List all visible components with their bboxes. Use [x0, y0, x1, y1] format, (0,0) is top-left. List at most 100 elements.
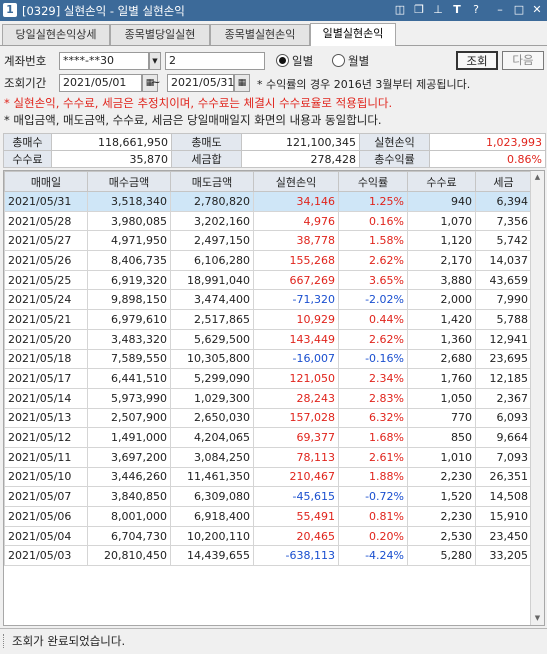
table-cell: 2,680: [407, 348, 476, 370]
table-row[interactable]: 2021/05/06 8,001,000 6,918,400 55,491 0.81% 2…: [4, 506, 532, 527]
radio-daily[interactable]: 일별: [276, 53, 313, 69]
table-row[interactable]: 2021/05/21 6,979,610 2,517,865 10,929 0.44% 1…: [4, 309, 532, 330]
col-buy-amount[interactable]: 매수금액: [87, 171, 171, 192]
tab-stock-realized[interactable]: 종목별실현손익: [210, 24, 310, 45]
font-icon[interactable]: T: [449, 2, 465, 18]
search-button[interactable]: 조회: [456, 51, 498, 70]
next-button[interactable]: 다음: [502, 51, 544, 70]
table-row[interactable]: 2021/05/17 6,441,510 5,299,090 121,050 2.34%…: [4, 368, 532, 389]
table-cell: 9,664: [475, 427, 532, 448]
period-note: * 수익률의 경우 2016년 3월부터 제공됩니다.: [257, 78, 471, 91]
table-cell: 1,120: [407, 230, 476, 252]
table-cell: 155,268: [253, 250, 339, 271]
table-cell: 2021/05/20: [4, 328, 88, 350]
table-cell: 6,394: [475, 191, 532, 212]
table-cell: 33,205: [475, 545, 532, 567]
table-cell: 1.25%: [338, 191, 408, 212]
col-realized[interactable]: 실현손익: [253, 171, 339, 192]
col-trade-date[interactable]: 매매일: [4, 171, 88, 192]
table-row[interactable]: 2021/05/10 3,446,260 11,461,350 210,467 1.88…: [4, 466, 532, 488]
total-sell-value: 121,100,345: [241, 133, 360, 151]
table-row[interactable]: 2021/05/11 3,697,200 3,084,250 78,113 2.61% 1…: [4, 446, 532, 468]
table-row[interactable]: 2021/05/12 1,491,000 4,204,065 69,377 1.68% 8…: [4, 427, 532, 448]
table-row[interactable]: 2021/05/26 8,406,735 6,106,280 155,268 2.62%…: [4, 250, 532, 271]
account-dropdown-icon[interactable]: ▼: [149, 52, 161, 70]
scroll-up-icon[interactable]: ▲: [531, 171, 544, 184]
status-text: 조회가 완료되었습니다.: [12, 634, 126, 648]
table-cell: 121,050: [253, 368, 339, 389]
table-cell: 1,360: [407, 328, 476, 350]
table-cell: 2021/05/11: [4, 446, 88, 468]
table-row[interactable]: 2021/05/04 6,704,730 10,200,110 20,465 0.20%…: [4, 525, 532, 547]
table-row[interactable]: 2021/05/07 3,840,850 6,309,080 -45,615 -0.72…: [4, 486, 532, 507]
table-row[interactable]: 2021/05/25 6,919,320 18,991,040 667,269 3.65…: [4, 269, 532, 291]
close-icon[interactable]: ✕: [529, 2, 545, 18]
table-cell: 1,760: [407, 368, 476, 389]
table-row[interactable]: 2021/05/03 20,810,450 14,439,655 -638,113 -4…: [4, 545, 532, 567]
col-tax[interactable]: 세금: [475, 171, 532, 192]
title-bar: 1 [0329] 실현손익 - 일별 실현손익 ◫ ❐ ⊥ T ? – □ ✕: [0, 0, 547, 21]
table-cell: 143,449: [253, 328, 339, 350]
tab-stock-today[interactable]: 종목별당일실현: [110, 24, 210, 45]
table-cell: 2,650,030: [170, 407, 254, 429]
table-cell: 1,029,300: [170, 387, 254, 409]
tax-label: 세금합: [171, 150, 242, 168]
table-cell: 850: [407, 427, 476, 448]
vertical-scrollbar[interactable]: ▲ ▼: [530, 171, 544, 625]
table-row[interactable]: 2021/05/31 3,518,340 2,780,820 34,146 1.25% 9…: [4, 191, 532, 212]
total-buy-label: 총매수: [3, 133, 52, 151]
table-cell: 1,070: [407, 210, 476, 232]
account-input[interactable]: ****-**30: [59, 52, 149, 70]
table-row[interactable]: 2021/05/13 2,507,900 2,650,030 157,028 6.32%…: [4, 407, 532, 429]
table-row[interactable]: 2021/05/20 3,483,320 5,629,500 143,449 2.62%…: [4, 328, 532, 350]
notice-estimate: * 실현손익, 수수료, 세금은 추정치이며, 수수료는 체결시 수수료율로 적…: [4, 96, 393, 110]
account-sub-input[interactable]: 2: [165, 52, 265, 70]
table-cell: 18,991,040: [170, 269, 254, 291]
table-cell: 6,309,080: [170, 486, 254, 507]
restore-icon[interactable]: ◫: [392, 2, 408, 18]
table-cell: 10,305,800: [170, 348, 254, 370]
table-cell: 2021/05/14: [4, 387, 88, 409]
table-cell: 1,520: [407, 486, 476, 507]
table-cell: 2.34%: [338, 368, 408, 389]
minimize-icon[interactable]: –: [492, 2, 508, 18]
radio-daily-label: 일별: [292, 54, 314, 68]
table-cell: 38,778: [253, 230, 339, 252]
table-cell: 1,420: [407, 309, 476, 330]
table-cell: 12,185: [475, 368, 532, 389]
yield-label: 총수익률: [359, 150, 430, 168]
table-row[interactable]: 2021/05/24 9,898,150 3,474,400 -71,320 -2.02…: [4, 289, 532, 311]
copy-icon[interactable]: ❐: [411, 2, 427, 18]
col-sell-amount[interactable]: 매도금액: [170, 171, 254, 192]
table-cell: 3,980,085: [87, 210, 171, 232]
col-fee[interactable]: 수수료: [407, 171, 476, 192]
tab-daily-realized[interactable]: 일별실현손익: [310, 23, 396, 46]
scroll-down-icon[interactable]: ▼: [531, 612, 544, 625]
daily-grid: 매매일 매수금액 매도금액 실현손익 수익률 수수료 세금 2021/05/31…: [3, 170, 545, 626]
table-cell: 23,450: [475, 525, 532, 547]
table-cell: -71,320: [253, 289, 339, 311]
table-cell: 2021/05/21: [4, 309, 88, 330]
help-icon[interactable]: ?: [468, 2, 484, 18]
tab-today-detail[interactable]: 당일실현손익상세: [2, 24, 110, 45]
table-row[interactable]: 2021/05/27 4,971,950 2,497,150 38,778 1.58% 1…: [4, 230, 532, 252]
maximize-icon[interactable]: □: [511, 2, 527, 18]
table-cell: 2021/05/13: [4, 407, 88, 429]
fee-value: 35,870: [51, 150, 172, 168]
table-row[interactable]: 2021/05/14 5,973,990 1,029,300 28,243 2.83% 1…: [4, 387, 532, 409]
table-row[interactable]: 2021/05/28 3,980,085 3,202,160 4,976 0.16% 1,…: [4, 210, 532, 232]
radio-monthly[interactable]: 월별: [332, 53, 369, 69]
date-from-input[interactable]: 2021/05/01: [59, 74, 142, 92]
table-cell: 157,028: [253, 407, 339, 429]
table-row[interactable]: 2021/05/18 7,589,550 10,305,800 -16,007 -0.1…: [4, 348, 532, 370]
table-cell: 15,910: [475, 506, 532, 527]
table-cell: 5,629,500: [170, 328, 254, 350]
col-yield[interactable]: 수익률: [338, 171, 408, 192]
yield-value: 0.86%: [429, 150, 546, 168]
window-title: [0329] 실현손익 - 일별 실현손익: [22, 4, 185, 18]
calendar-to-icon[interactable]: ▦: [234, 74, 250, 92]
status-bar: 조회가 완료되었습니다.: [0, 628, 547, 654]
pin-icon[interactable]: ⊥: [430, 2, 446, 18]
date-to-input[interactable]: 2021/05/31: [167, 74, 234, 92]
realized-label: 실현손익: [359, 133, 430, 151]
